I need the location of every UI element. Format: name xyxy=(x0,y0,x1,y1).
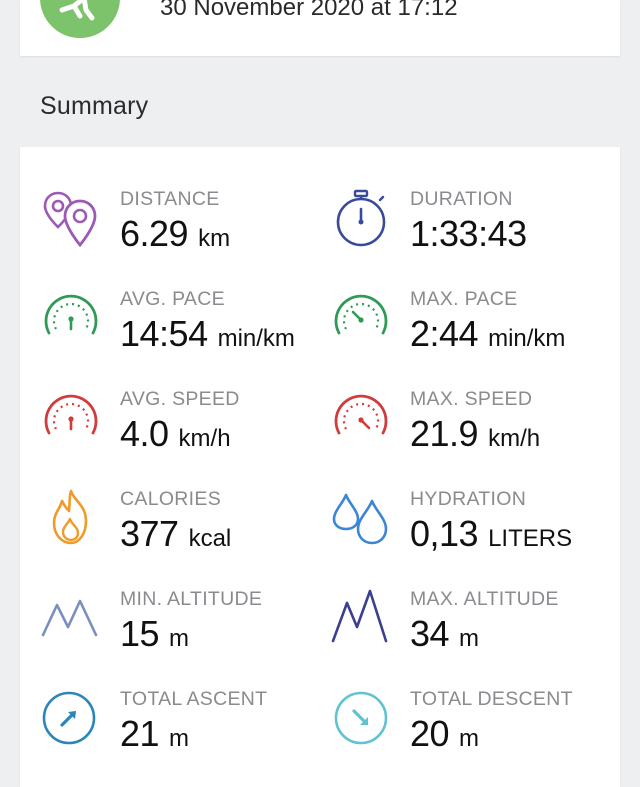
stat-min-altitude: MIN. ALTITUDE 15 m xyxy=(40,587,320,667)
stat-value: 6.29 xyxy=(120,213,189,254)
stat-label: MAX. ALTITUDE xyxy=(410,588,559,610)
stat-hydration: HYDRATION 0,13 LITERS xyxy=(330,487,610,567)
stat-unit: LITERS xyxy=(488,525,573,552)
stat-label: DURATION xyxy=(410,188,513,210)
water-drops-icon xyxy=(330,487,392,549)
stat-unit: m xyxy=(459,725,480,752)
stat-unit: min/km xyxy=(488,325,566,352)
stat-label: AVG. SPEED xyxy=(120,388,240,410)
stat-value: 2:44 xyxy=(410,313,479,354)
stat-distance: DISTANCE 6.29 km xyxy=(40,187,320,267)
stat-label: DISTANCE xyxy=(120,188,220,210)
stat-label: TOTAL ASCENT xyxy=(120,688,268,710)
stat-avg-speed: AVG. SPEED 4.0 km/h xyxy=(40,387,320,467)
stat-max-altitude: MAX. ALTITUDE 34 m xyxy=(330,587,610,667)
stat-value: 20 xyxy=(410,713,450,754)
stat-unit: kcal xyxy=(188,525,232,552)
stat-total-ascent: TOTAL ASCENT 21 m xyxy=(40,687,320,767)
stat-label: MIN. ALTITUDE xyxy=(120,588,263,610)
stat-label: AVG. PACE xyxy=(120,288,225,310)
stat-max-speed: MAX. SPEED 21.9 km/h xyxy=(330,387,610,467)
activity-header-card: 30 November 2020 at 17:12 xyxy=(20,0,620,56)
stat-unit: km/h xyxy=(178,425,231,452)
stat-unit: min/km xyxy=(217,325,295,352)
location-pins-icon xyxy=(40,187,102,249)
ascent-arrow-icon xyxy=(40,687,102,749)
walker-icon xyxy=(59,0,95,21)
stat-label: MAX. SPEED xyxy=(410,388,533,410)
stat-value: 14:54 xyxy=(120,313,208,354)
stat-value: 15 xyxy=(120,613,160,654)
stat-value: 21.9 xyxy=(410,413,479,454)
stat-total-descent: TOTAL DESCENT 20 m xyxy=(330,687,610,767)
summary-title: Summary xyxy=(40,92,149,120)
summary-card: DISTANCE 6.29 km DURATION 1:33:43 AVG. P… xyxy=(20,147,620,787)
low-mountain-icon xyxy=(40,587,102,649)
stat-value: 1:33:43 xyxy=(410,213,527,254)
stat-unit: km xyxy=(198,225,231,252)
stat-label: MAX. PACE xyxy=(410,288,518,310)
stat-calories: CALORIES 377 kcal xyxy=(40,487,320,567)
stat-unit: m xyxy=(169,625,190,652)
stat-unit: m xyxy=(169,725,190,752)
speed-gauge-icon xyxy=(40,387,102,449)
descent-arrow-icon xyxy=(330,687,392,749)
activity-date: 30 November 2020 at 17:12 xyxy=(160,0,458,21)
max-pace-gauge-icon xyxy=(330,287,392,349)
stat-duration: DURATION 1:33:43 xyxy=(330,187,610,267)
stat-value: 0,13 xyxy=(410,513,479,554)
stat-label: TOTAL DESCENT xyxy=(410,688,573,710)
stopwatch-icon xyxy=(330,187,392,249)
stat-max-pace: MAX. PACE 2:44 min/km xyxy=(330,287,610,367)
max-speed-gauge-icon xyxy=(330,387,392,449)
stat-value: 34 xyxy=(410,613,450,654)
stat-value: 377 xyxy=(120,513,179,554)
stat-unit: m xyxy=(459,625,480,652)
high-mountain-icon xyxy=(330,587,392,649)
stat-label: HYDRATION xyxy=(410,488,527,510)
flame-icon xyxy=(40,487,102,549)
stat-unit: km/h xyxy=(488,425,541,452)
pace-gauge-icon xyxy=(40,287,102,349)
stat-avg-pace: AVG. PACE 14:54 min/km xyxy=(40,287,320,367)
activity-type-badge xyxy=(40,0,120,38)
stat-label: CALORIES xyxy=(120,488,222,510)
stat-value: 21 xyxy=(120,713,160,754)
stat-value: 4.0 xyxy=(120,413,169,454)
